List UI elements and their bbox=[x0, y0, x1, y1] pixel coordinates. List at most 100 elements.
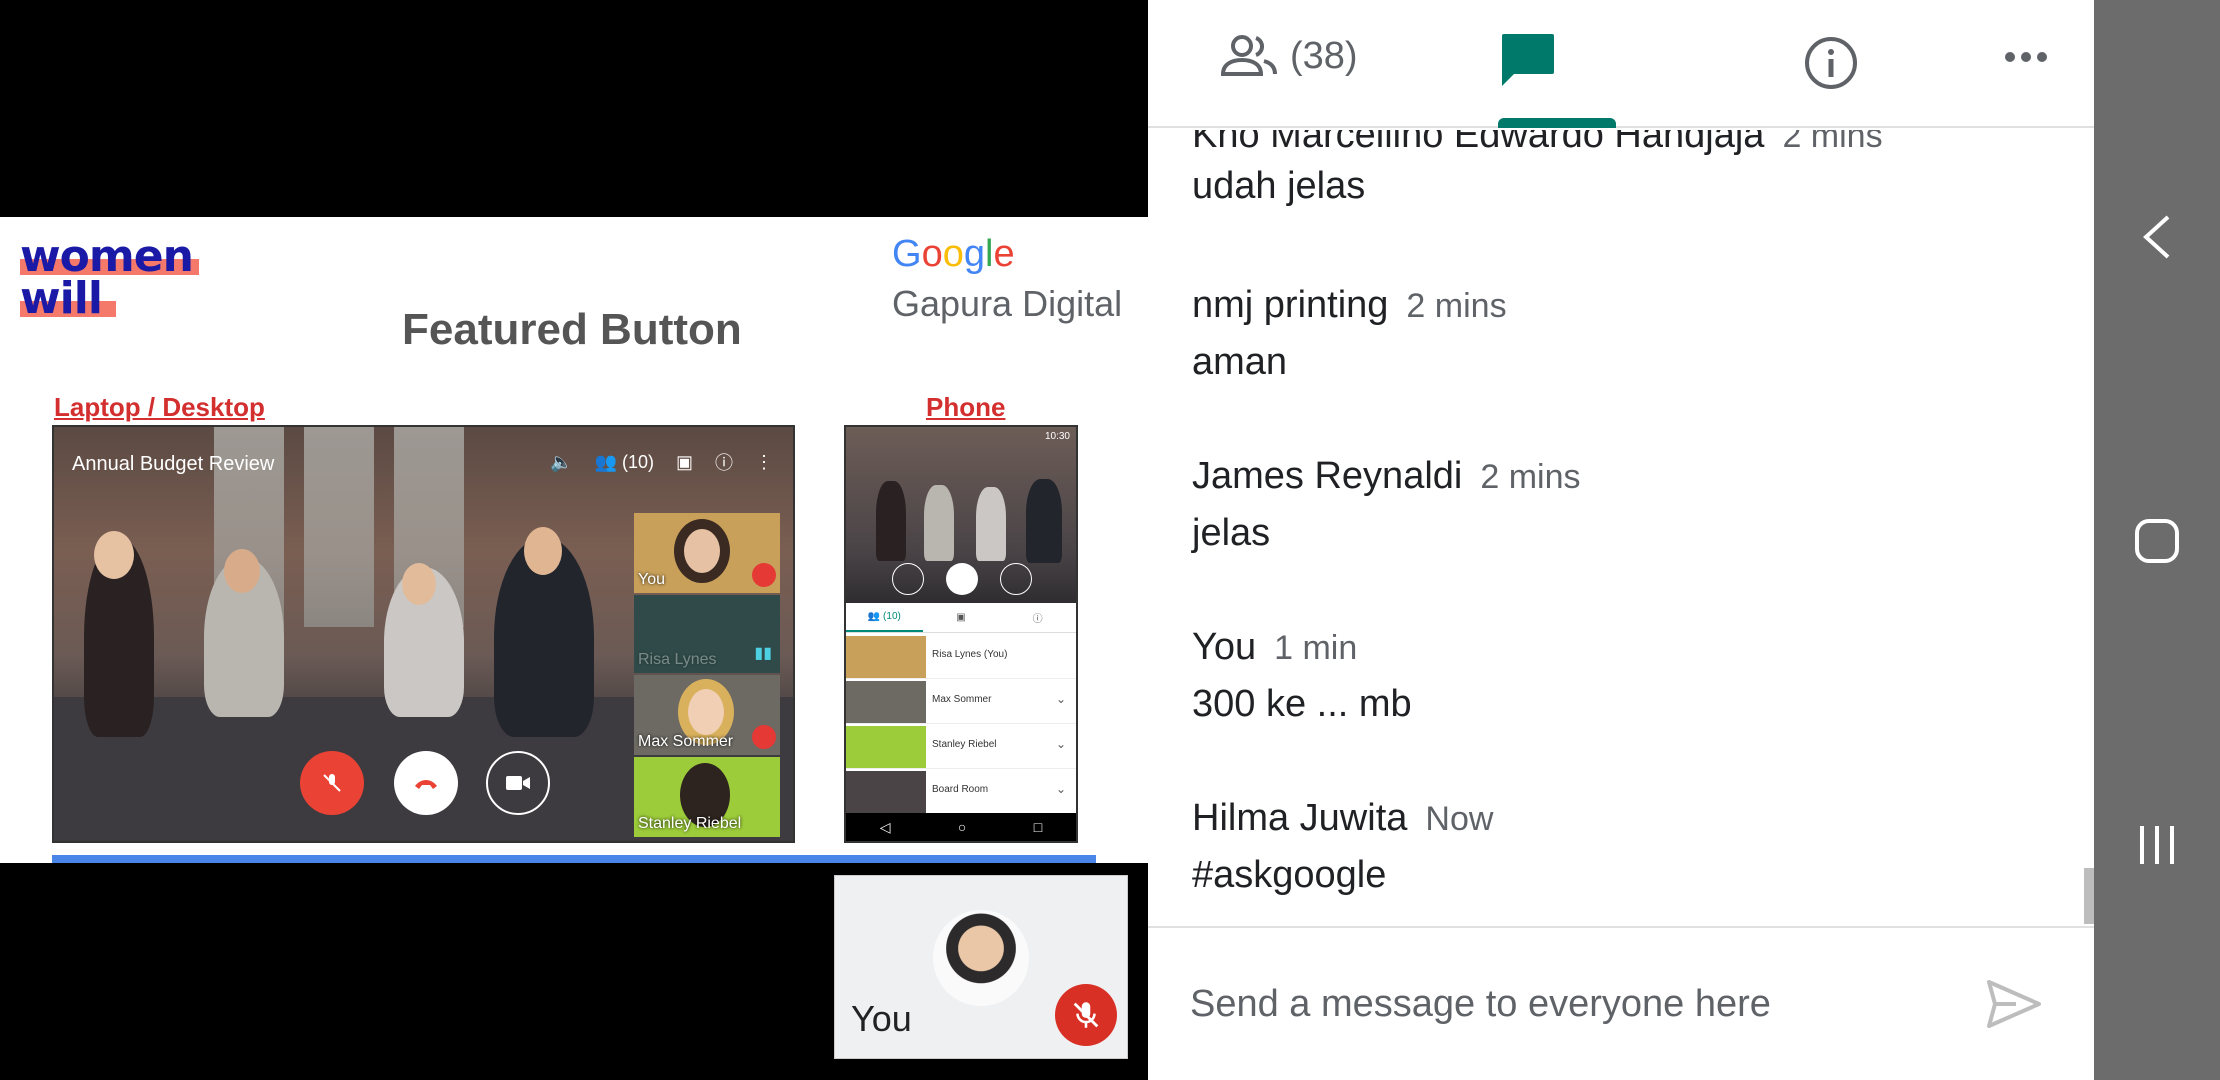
phone-people-count: (10) bbox=[883, 611, 901, 622]
laptop-toolbar: 🔈 👥 (10) ▣ ⓘ ⋮ bbox=[550, 449, 773, 475]
presentation-slide: women will Google Gapura Digital Feature… bbox=[0, 217, 1148, 863]
tile-name: Stanley Riebel bbox=[638, 815, 742, 832]
message-sender: You bbox=[1192, 626, 1257, 668]
tab-info[interactable] bbox=[1804, 36, 1858, 95]
recents-icon bbox=[2140, 826, 2174, 864]
message-time: 2 mins bbox=[1406, 287, 1507, 325]
mic-off-icon[interactable] bbox=[1055, 984, 1117, 1046]
recents-icon: □ bbox=[1033, 819, 1043, 835]
message-sender: Kho Marcellino Edwardo Handjaja bbox=[1192, 130, 1765, 156]
home-button[interactable] bbox=[2132, 516, 2182, 566]
more-icon: ⋮ bbox=[755, 451, 773, 472]
message-text: #askgoogle bbox=[1192, 854, 1387, 896]
tab-chat[interactable] bbox=[1498, 30, 1558, 95]
chat-panel: (38) Kho Marcellino Edwardo Handjaja 2 m… bbox=[1148, 0, 2094, 1080]
women-will-logo: women will bbox=[20, 235, 199, 321]
phone-video: 10:30 bbox=[846, 427, 1076, 603]
participant-tile: You bbox=[634, 513, 780, 593]
back-icon bbox=[2143, 215, 2170, 259]
google-letter: o bbox=[942, 233, 964, 275]
phone-nav-bar: ◁ ○ □ bbox=[846, 813, 1076, 841]
message-text: jelas bbox=[1192, 512, 1271, 554]
people-icon: 👥 (10) bbox=[594, 451, 654, 472]
mic-off-icon bbox=[752, 725, 776, 749]
phone-screenshot: 10:30 👥 (10) ▣ ⓘ Risa Lynes (You) Max So… bbox=[844, 425, 1078, 843]
message-sender: Hilma Juwita bbox=[1192, 797, 1408, 839]
send-icon bbox=[1987, 980, 2041, 1028]
phone-participant-row: Board Room ⌄ bbox=[846, 770, 1076, 814]
phone-participant-name: Stanley Riebel bbox=[932, 739, 997, 750]
message-text: 300 ke ... mb bbox=[1192, 683, 1412, 725]
message-time: Now bbox=[1425, 800, 1494, 838]
home-icon: ○ bbox=[957, 819, 967, 835]
google-letter: g bbox=[963, 233, 985, 275]
phone-tab-people: 👥 (10) bbox=[846, 603, 923, 632]
google-logo: Google bbox=[892, 233, 1015, 276]
message-input[interactable] bbox=[1190, 972, 1950, 1036]
phone-status-time: 10:30 bbox=[1044, 431, 1070, 442]
back-button[interactable] bbox=[2132, 212, 2182, 262]
self-view-tile[interactable]: You bbox=[834, 875, 1128, 1059]
message-text: aman bbox=[1192, 341, 1288, 383]
message-list[interactable]: Kho Marcellino Edwardo Handjaja 2 mins ud… bbox=[1148, 130, 2094, 924]
tab-people[interactable]: (38) bbox=[1220, 34, 1358, 78]
scrollbar-thumb[interactable] bbox=[2084, 868, 2094, 924]
slide-subtitle: Gapura Digital bbox=[892, 283, 1123, 324]
slide-progress-bar bbox=[52, 855, 1096, 863]
message-composer bbox=[1148, 926, 2094, 1080]
chat-message: You 1 min 300 ke ... mb bbox=[1192, 626, 1412, 726]
hangup-icon bbox=[394, 751, 458, 815]
info-icon bbox=[1805, 37, 1857, 89]
phone-participant-row: Risa Lynes (You) bbox=[846, 635, 1076, 679]
message-time: 2 mins bbox=[1480, 458, 1581, 496]
slide-title: Featured Button bbox=[402, 305, 742, 354]
laptop-participant-count: (10) bbox=[621, 451, 654, 472]
participant-tile: Stanley Riebel bbox=[634, 757, 780, 837]
tile-name: Risa Lynes bbox=[638, 651, 717, 668]
phone-label: Phone bbox=[926, 392, 1006, 422]
laptop-label: Laptop / Desktop bbox=[54, 392, 265, 422]
chat-message: James Reynaldi 2 mins jelas bbox=[1192, 455, 1580, 555]
video-area[interactable]: women will Google Gapura Digital Feature… bbox=[0, 0, 1148, 1080]
phone-participant-row: Max Sommer ⌄ bbox=[846, 680, 1076, 724]
self-label: You bbox=[851, 998, 912, 1039]
phone-tab-chat: ▣ bbox=[956, 612, 966, 623]
more-options-button[interactable] bbox=[2004, 50, 2048, 68]
system-nav-bar bbox=[2094, 0, 2220, 1080]
volume-icon: 🔈 bbox=[550, 451, 573, 472]
chevron-down-icon: ⌄ bbox=[1055, 737, 1066, 751]
recents-button[interactable] bbox=[2132, 820, 2182, 870]
active-tab-indicator bbox=[1498, 118, 1616, 128]
phone-participant-name: Max Sommer bbox=[932, 694, 992, 705]
phone-participant-row: Stanley Riebel ⌄ bbox=[846, 725, 1076, 769]
laptop-screenshot: Annual Budget Review 🔈 👥 (10) ▣ ⓘ ⋮ You … bbox=[52, 425, 795, 843]
screen: women will Google Gapura Digital Feature… bbox=[0, 0, 2220, 1080]
self-avatar bbox=[933, 910, 1029, 1006]
send-button[interactable] bbox=[1984, 976, 2044, 1032]
message-time: 2 mins bbox=[1782, 130, 1883, 155]
chat-message: nmj printing 2 mins aman bbox=[1192, 284, 1507, 384]
participant-count: (38) bbox=[1290, 34, 1358, 77]
participant-tile: Max Sommer bbox=[634, 675, 780, 755]
more-icon bbox=[2005, 52, 2047, 62]
message-sender: James Reynaldi bbox=[1192, 455, 1463, 497]
google-letter: e bbox=[993, 233, 1015, 275]
chat-message: Hilma Juwita Now #askgoogle bbox=[1192, 797, 1493, 897]
chat-message: Kho Marcellino Edwardo Handjaja 2 mins ud… bbox=[1192, 130, 1883, 208]
people-icon bbox=[1220, 35, 1277, 76]
mic-off-icon bbox=[300, 751, 364, 815]
logo-line2: will bbox=[20, 273, 103, 324]
google-letter: G bbox=[892, 233, 922, 275]
mic-off-icon bbox=[752, 563, 776, 587]
panel-tabs: (38) bbox=[1148, 0, 2094, 128]
chevron-down-icon: ⌄ bbox=[1055, 692, 1066, 706]
chat-icon: ▣ bbox=[675, 451, 693, 472]
chat-icon bbox=[1502, 34, 1554, 86]
phone-tab-info: ⓘ bbox=[1032, 614, 1043, 625]
phone-tabs: 👥 (10) ▣ ⓘ bbox=[846, 603, 1076, 633]
google-letter: o bbox=[921, 233, 943, 275]
tile-name: Max Sommer bbox=[638, 733, 734, 750]
tile-name: You bbox=[638, 571, 665, 588]
message-text: udah jelas bbox=[1192, 165, 1366, 207]
info-icon: ⓘ bbox=[715, 453, 733, 473]
